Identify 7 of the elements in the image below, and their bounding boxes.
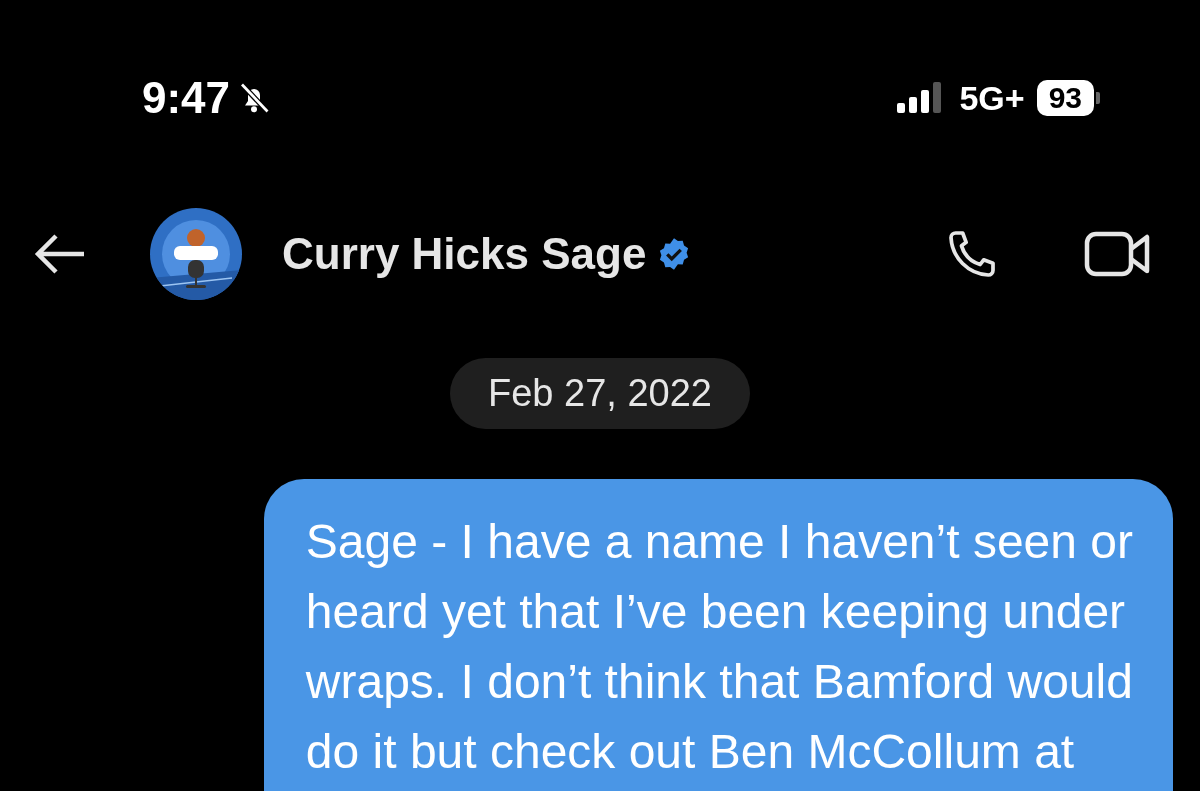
- network-label: 5G+: [959, 78, 1025, 118]
- message-bubble: Sage - I have a name I haven’t seen or heard yet that I’ve been keeping under wraps. I don’t think that Bamford would do it but check out Ben McCollum at: [263, 479, 1173, 791]
- contact-name: Curry Hicks Sage: [282, 229, 647, 279]
- date-separator: Feb 27, 2022: [450, 358, 750, 429]
- status-time: 9:47: [142, 73, 231, 123]
- video-camera-icon[interactable]: [1084, 231, 1150, 277]
- back-arrow-icon[interactable]: [34, 234, 86, 274]
